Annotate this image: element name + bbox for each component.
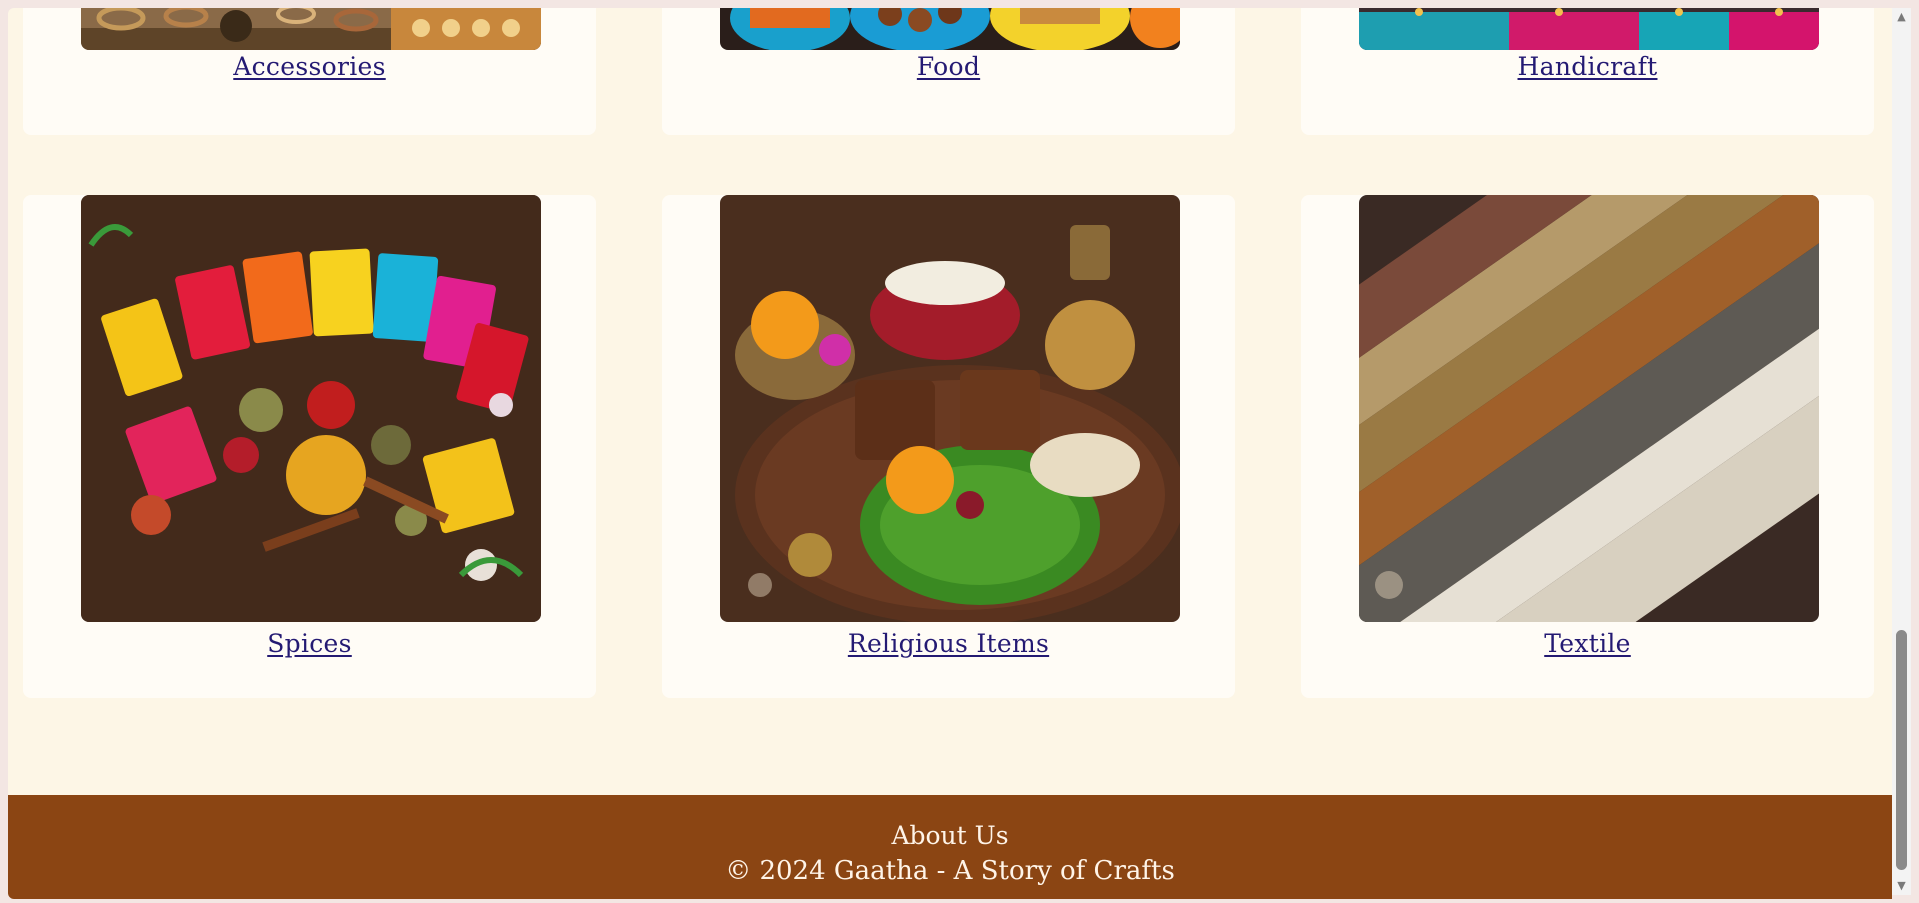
category-card-handicraft[interactable]: Handicraft (1301, 8, 1874, 135)
category-link-handicraft[interactable]: Handicraft (1301, 52, 1874, 81)
site-footer: About Us © 2024 Gaatha - A Story of Craf… (8, 795, 1892, 899)
accessories-image[interactable] (81, 8, 541, 50)
category-card-religious-items[interactable]: Religious Items (662, 195, 1235, 698)
category-link-spices[interactable]: Spices (23, 629, 596, 658)
category-link-textile[interactable]: Textile (1301, 629, 1874, 658)
category-card-food[interactable]: Food (662, 8, 1235, 135)
about-us-link[interactable]: About Us (8, 821, 1892, 850)
vertical-scrollbar[interactable]: ▲ ▼ (1892, 8, 1911, 895)
scrollbar-thumb[interactable] (1896, 630, 1907, 870)
category-card-textile[interactable]: Textile (1301, 195, 1874, 698)
scroll-down-icon[interactable]: ▼ (1892, 879, 1911, 893)
category-link-religious-items[interactable]: Religious Items (662, 629, 1235, 658)
category-card-accessories[interactable]: Accessories (23, 8, 596, 135)
category-link-accessories[interactable]: Accessories (23, 52, 596, 81)
textile-image[interactable] (1359, 195, 1819, 622)
religious-items-image[interactable] (720, 195, 1180, 622)
handicraft-image[interactable] (1359, 8, 1819, 50)
food-image[interactable] (720, 8, 1180, 50)
category-link-food[interactable]: Food (662, 52, 1235, 81)
category-card-spices[interactable]: Spices (23, 195, 596, 698)
copyright-text: © 2024 Gaatha - A Story of Crafts (725, 856, 1175, 886)
spices-image[interactable] (81, 195, 541, 622)
scroll-up-icon[interactable]: ▲ (1892, 10, 1911, 24)
page-viewport: Accessories Food Handicraft Spices Relig… (8, 8, 1892, 899)
